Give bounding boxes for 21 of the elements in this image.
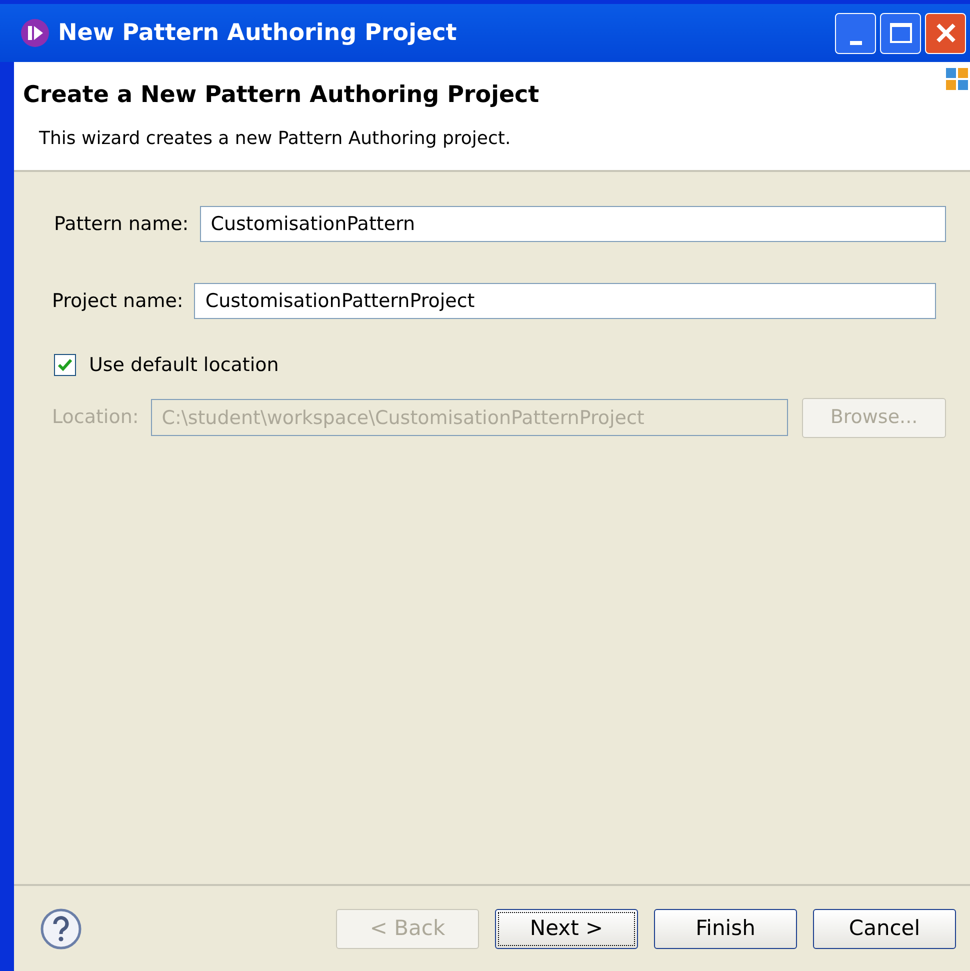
maximize-button[interactable] [880,12,921,54]
app-icon [20,18,50,48]
wizard-button[interactable]: Cancel [813,908,956,948]
text-field[interactable]: CustomisationPatternProject [194,283,936,319]
field-label: Project name: [52,288,184,314]
header-description: This wizard creates a new Pattern Authoring project. [39,126,512,150]
wizard-button[interactable]: Finish [654,908,797,948]
help-icon[interactable] [40,908,82,950]
close-button[interactable] [925,12,966,54]
check-icon [57,358,73,372]
field-label: Location: [52,405,139,430]
text-field[interactable]: CustomisationPattern [200,206,946,242]
wizard-button[interactable]: Next > [495,908,638,948]
minimize-button[interactable] [835,12,876,54]
checkbox[interactable] [54,354,76,376]
close-icon [934,22,956,44]
header-title: Create a New Pattern Authoring Project [23,81,540,110]
window-title: New Pattern Authoring Project [58,18,458,48]
grid-icon [946,68,968,90]
field-label: Pattern name: [54,212,189,237]
checkbox-label: Use default location [89,353,279,378]
